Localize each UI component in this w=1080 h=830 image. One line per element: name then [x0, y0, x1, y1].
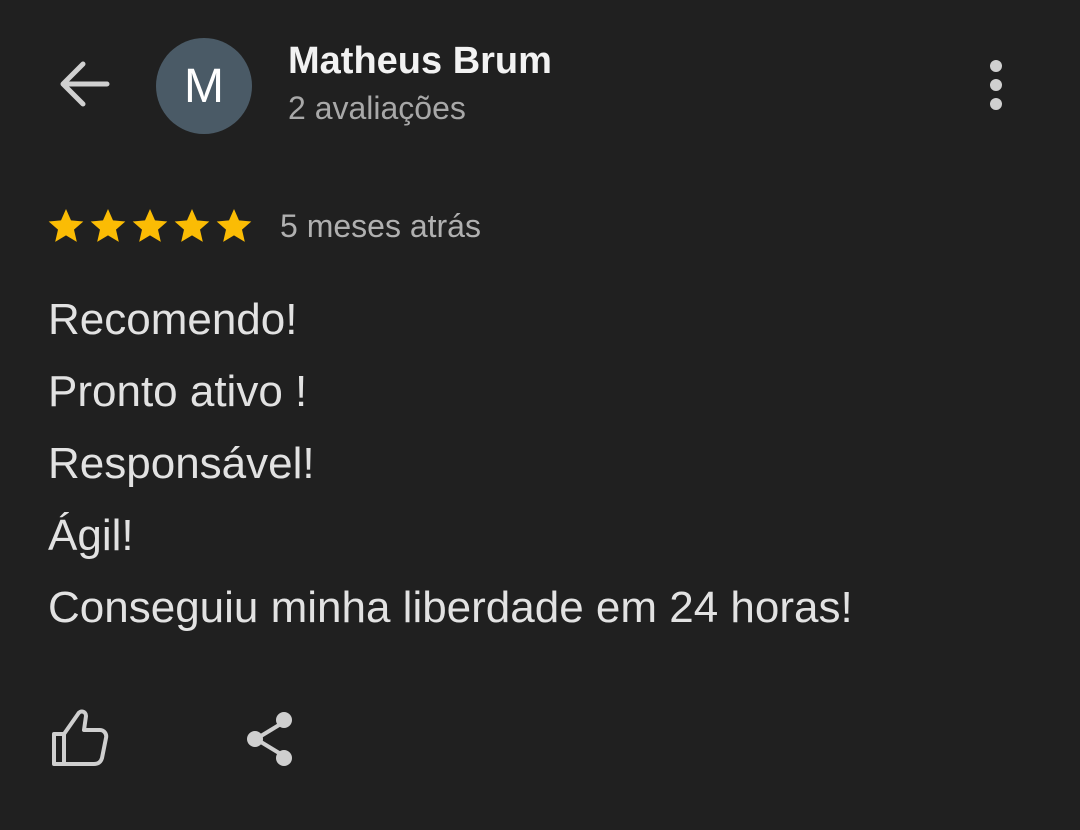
avatar-letter: M [184, 59, 224, 113]
review-date: 5 meses atrás [280, 208, 481, 244]
like-button[interactable] [46, 704, 112, 770]
avatar[interactable]: M [156, 38, 252, 134]
star-icon [216, 209, 252, 242]
star-icon [90, 209, 126, 242]
review-line: Pronto ativo ! [48, 367, 308, 416]
review-line: Recomendo! [48, 295, 298, 344]
star-icon [174, 209, 210, 242]
star-icon [48, 209, 84, 242]
more-options-button[interactable] [972, 54, 1020, 116]
review-text: Recomendo! Pronto ativo ! Responsável! Ágil… [48, 284, 1048, 644]
review-line: Conseguiu minha liberdade em 24 horas! [48, 583, 853, 632]
more-vertical-icon-dot [990, 79, 1002, 91]
share-button[interactable] [240, 708, 300, 770]
back-button[interactable] [52, 56, 116, 112]
star-rating [46, 206, 254, 246]
review-count: 2 avaliações [288, 90, 466, 126]
review-line: Responsável! [48, 439, 315, 488]
arrow-left-icon [60, 61, 110, 107]
review-line: Ágil! [48, 511, 134, 560]
thumbs-up-icon [52, 709, 109, 766]
rating-row: 5 meses atrás [46, 204, 481, 248]
user-name[interactable]: Matheus Brum [288, 38, 552, 84]
star-icon [132, 209, 168, 242]
more-vertical-icon [990, 60, 1002, 72]
share-icon [247, 712, 292, 766]
more-vertical-icon-dot [990, 98, 1002, 110]
reviewer-info: Matheus Brum 2 avaliações [288, 38, 552, 130]
